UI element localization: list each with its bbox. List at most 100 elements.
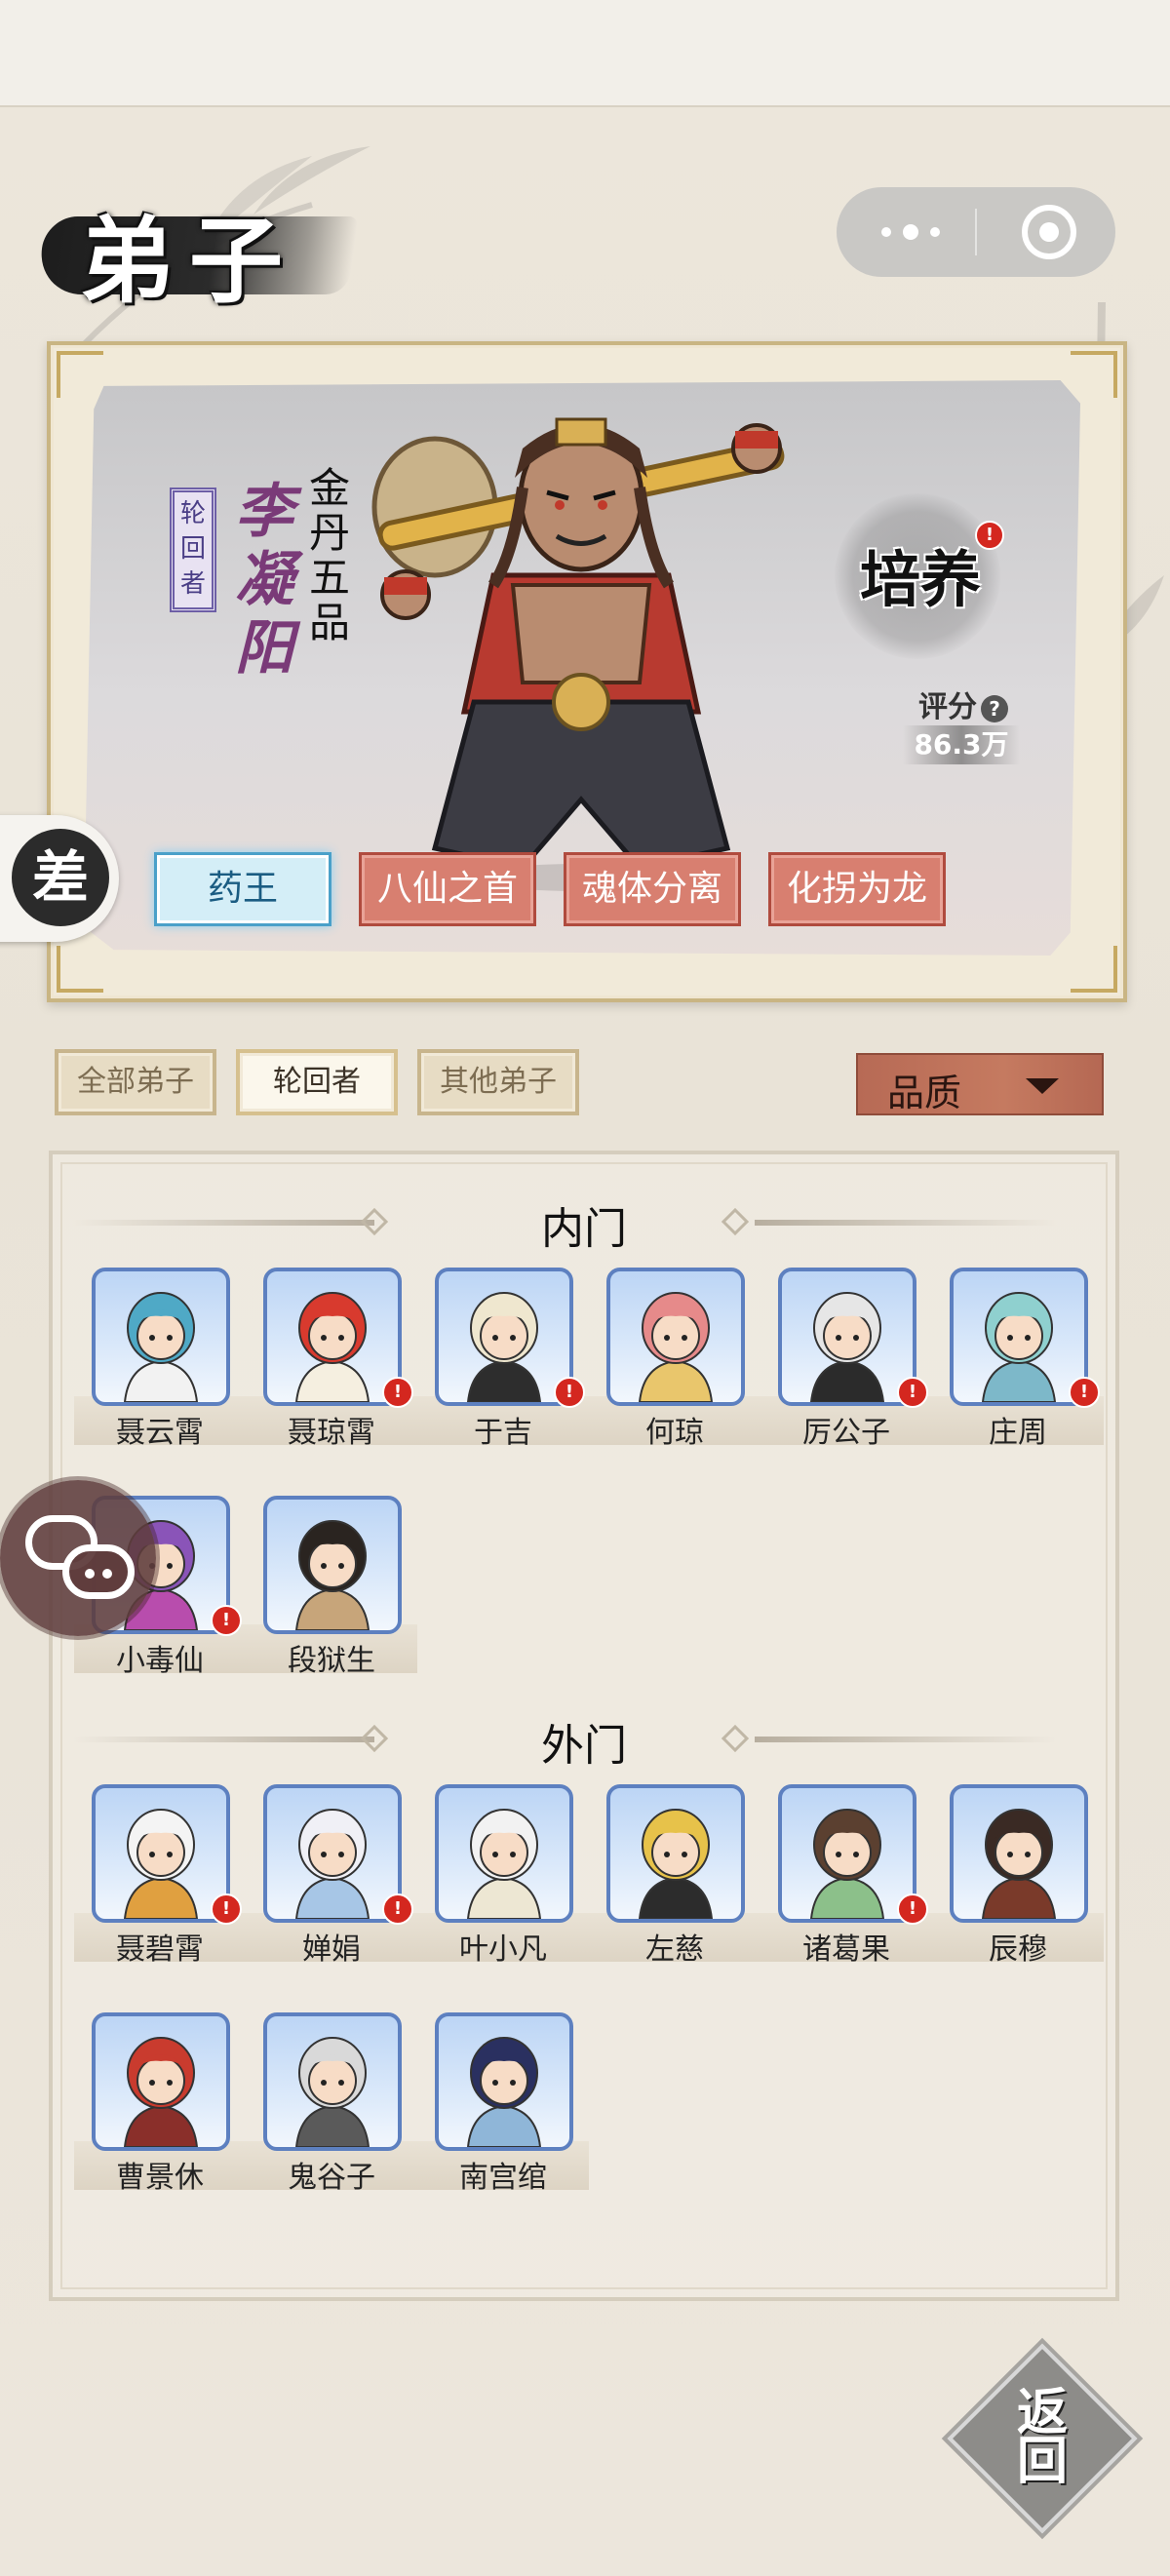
quality-sort-label: 品质 xyxy=(887,1072,962,1114)
frame-corner xyxy=(1071,351,1117,398)
alert-badge-icon: ! xyxy=(211,1893,242,1925)
disciple-avatar-figure xyxy=(123,1809,199,1919)
alert-badge-icon: ! xyxy=(382,1377,413,1408)
disciple-name: 何琼 xyxy=(645,1416,704,1450)
disciple-card[interactable]: 婵娟! xyxy=(246,1784,417,1979)
hero-rank: 金丹五品 xyxy=(308,464,350,646)
page-title-banner: 弟子 xyxy=(35,185,359,316)
diamond-ornament xyxy=(721,1724,750,1753)
disciple-name: 辰穆 xyxy=(989,1932,1047,1967)
skill-tab[interactable]: 魂体分离 xyxy=(564,852,741,926)
disciple-card[interactable]: 聂云霄 xyxy=(74,1268,246,1463)
disciple-card[interactable]: 厉公子! xyxy=(760,1268,932,1463)
close-miniprogram-icon[interactable] xyxy=(1022,205,1076,259)
disciple-name: 左慈 xyxy=(645,1932,704,1967)
disciple-name: 于吉 xyxy=(474,1416,532,1450)
disciple-portrait xyxy=(263,1268,402,1406)
filter-tab-reincarnators[interactable]: 轮回者 xyxy=(236,1049,398,1115)
disciple-card[interactable]: 聂琼霄! xyxy=(246,1268,417,1463)
diamond-ornament xyxy=(360,1207,389,1236)
filter-tab-all[interactable]: 全部弟子 xyxy=(55,1049,216,1115)
disciple-avatar-figure xyxy=(294,1520,370,1630)
disciple-card[interactable]: 于吉! xyxy=(417,1268,589,1463)
skill-tab[interactable]: 八仙之首 xyxy=(359,852,536,926)
disciple-name: 庄周 xyxy=(989,1416,1047,1450)
disciple-card[interactable]: 曹景休 xyxy=(74,2012,246,2207)
disciple-avatar-figure xyxy=(123,2037,199,2147)
disciple-card[interactable]: 鬼谷子 xyxy=(246,2012,417,2207)
disciple-portrait xyxy=(778,1784,916,1923)
reincarnator-badge: 轮回者 xyxy=(170,488,216,612)
cultivate-button[interactable]: 培养 ! xyxy=(815,474,1020,679)
disciple-portrait xyxy=(606,1268,745,1406)
alert-badge-icon: ! xyxy=(897,1377,928,1408)
disciple-card[interactable]: 左慈 xyxy=(589,1784,760,1979)
disciple-portrait xyxy=(92,2012,230,2151)
page-title: 弟子 xyxy=(80,206,298,316)
disciple-name: 曹景休 xyxy=(116,2161,204,2195)
disciple-name: 聂琼霄 xyxy=(288,1416,375,1450)
more-menu-icon[interactable] xyxy=(881,218,940,246)
disciple-name: 诸葛果 xyxy=(802,1932,890,1967)
disciple-portrait xyxy=(92,1268,230,1406)
disciple-name: 聂碧霄 xyxy=(116,1932,204,1967)
miniprogram-capsule xyxy=(837,187,1115,277)
section-title: 外门 xyxy=(541,1721,627,1771)
disciple-name: 南宫绾 xyxy=(459,2161,547,2195)
disciple-portrait xyxy=(435,1784,573,1923)
dropdown-arrow-icon xyxy=(1026,1078,1059,1094)
disciple-list-panel: 内门 聂云霄 聂琼霄! 于吉! 何琼 厉公子! 庄周! 小毒仙! 段狱生 外门 聂碧霄! 婵娟! 叶小凡… xyxy=(49,1151,1119,2301)
section-title: 内门 xyxy=(541,1204,627,1254)
help-icon[interactable]: ? xyxy=(981,694,1008,722)
quality-sort-dropdown[interactable]: 品质 xyxy=(856,1053,1104,1115)
diamond-ornament xyxy=(721,1207,750,1236)
hero-name: 李凝阳 xyxy=(235,478,293,683)
disciple-portrait xyxy=(778,1268,916,1406)
skill-tab[interactable]: 药王 xyxy=(154,852,332,926)
skill-tab[interactable]: 化拐为龙 xyxy=(768,852,946,926)
disciple-card[interactable]: 诸葛果! xyxy=(760,1784,932,1979)
disciple-card[interactable]: 聂碧霄! xyxy=(74,1784,246,1979)
disciple-name: 鬼谷子 xyxy=(288,2161,375,2195)
filter-tab-others[interactable]: 其他弟子 xyxy=(417,1049,579,1115)
frame-corner xyxy=(57,351,103,398)
disciple-portrait xyxy=(606,1784,745,1923)
disciple-portrait xyxy=(950,1268,1088,1406)
disciple-card[interactable]: 辰穆 xyxy=(932,1784,1104,1979)
disciple-avatar-figure xyxy=(123,1292,199,1402)
alert-badge-icon: ! xyxy=(382,1893,413,1925)
score-label-group[interactable]: 评分? xyxy=(918,683,1026,725)
disciple-avatar-figure xyxy=(981,1809,1057,1919)
disciple-avatar-figure xyxy=(294,1809,370,1919)
score-label: 评分 xyxy=(918,690,977,724)
disciple-avatar-figure xyxy=(466,2037,542,2147)
frame-corner xyxy=(1071,946,1117,993)
alert-badge-icon: ! xyxy=(1069,1377,1100,1408)
chat-bubble-icon xyxy=(62,1544,135,1599)
divider-line xyxy=(72,1737,374,1742)
disciple-name: 厉公子 xyxy=(802,1416,890,1450)
disciple-card[interactable]: 庄周! xyxy=(932,1268,1104,1463)
disciple-name: 小毒仙 xyxy=(116,1644,204,1678)
disciple-name: 叶小凡 xyxy=(459,1932,547,1967)
diamond-ornament xyxy=(360,1724,389,1753)
alert-badge-icon: ! xyxy=(897,1893,928,1925)
hero-character-illustration[interactable] xyxy=(347,390,815,897)
disciple-name: 聂云霄 xyxy=(116,1416,204,1450)
disciple-card[interactable]: 南宫绾 xyxy=(417,2012,589,2207)
disciple-portrait xyxy=(92,1784,230,1923)
disciple-avatar-figure xyxy=(809,1292,885,1402)
disciple-card[interactable]: 段狱生 xyxy=(246,1496,417,1691)
disciple-avatar-figure xyxy=(466,1809,542,1919)
capsule-divider xyxy=(975,209,977,255)
disciple-card[interactable]: 何琼 xyxy=(589,1268,760,1463)
disciple-name: 段狱生 xyxy=(288,1644,375,1678)
disciple-avatar-figure xyxy=(809,1809,885,1919)
chat-float-button[interactable] xyxy=(0,1480,156,1636)
rating-icon: 差 xyxy=(12,829,109,926)
disciple-avatar-figure xyxy=(638,1809,714,1919)
hero-card: 轮回者 李凝阳 金丹五品 培养 ! 评分? 86.3万 药王 八仙之首 魂体分离… xyxy=(47,341,1127,1002)
alert-badge-icon: ! xyxy=(554,1377,585,1408)
back-label: 返回 xyxy=(1016,2383,1068,2491)
disciple-card[interactable]: 叶小凡 xyxy=(417,1784,589,1979)
